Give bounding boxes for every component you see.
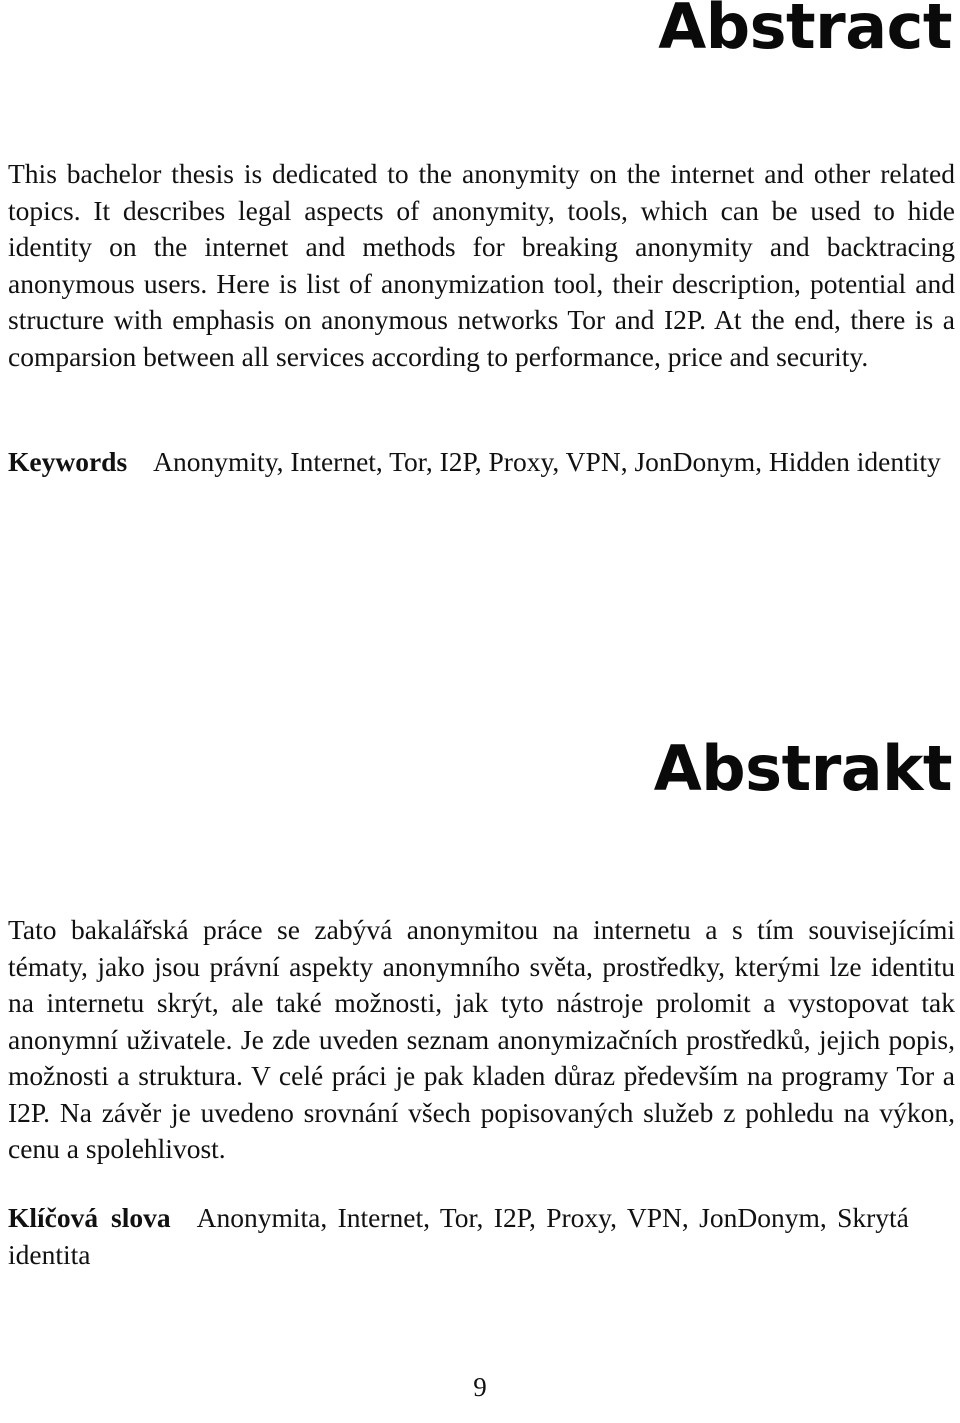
- english-keywords-block: Keywords Anonymity, Internet, Tor, I2P, P…: [8, 444, 955, 481]
- czech-keywords-label: Klíčová slova: [8, 1202, 171, 1233]
- abstrakt-paragraph: Tato bakalářská práce se zabývá anonymit…: [8, 914, 955, 1164]
- abstrakt-heading: Abstrakt: [653, 732, 953, 805]
- page-number: 9: [473, 1372, 487, 1402]
- english-keywords-label: Keywords: [8, 446, 128, 477]
- abstract-heading: Abstract: [658, 0, 952, 63]
- abstract-paragraph: This bachelor thesis is dedicated to the…: [8, 158, 955, 372]
- english-keywords-value: Anonymity, Internet, Tor, I2P, Proxy, VP…: [153, 446, 941, 477]
- document-page: Abstract This bachelor thesis is dedicat…: [0, 0, 960, 1423]
- czech-keywords-block: Klíčová slova Anonymita, Internet, Tor, I…: [8, 1200, 955, 1273]
